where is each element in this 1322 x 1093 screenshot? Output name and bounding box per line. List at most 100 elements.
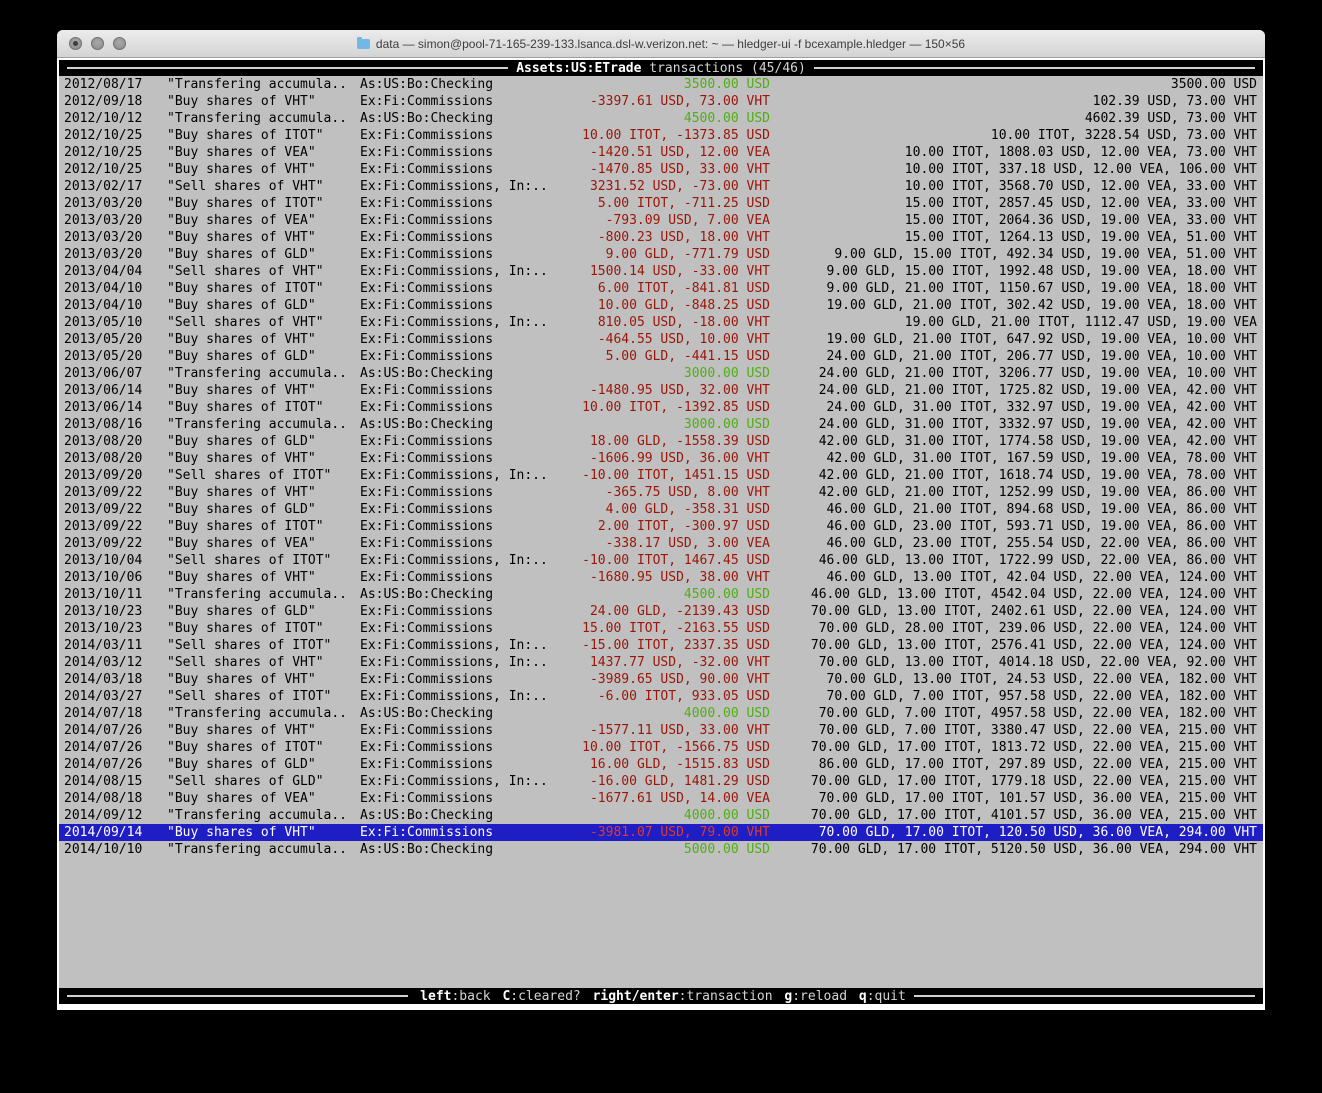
cell-description: "Transfering accumula.. [167,705,360,722]
transaction-row[interactable]: 2012/10/25"Buy shares of VHT"Ex:Fi:Commi… [59,161,1263,178]
transaction-row[interactable]: 2012/10/12"Transfering accumula..As:US:B… [59,110,1263,127]
cell-date: 2012/10/25 [64,127,145,144]
transaction-row[interactable]: 2013/09/22"Buy shares of GLD"Ex:Fi:Commi… [59,501,1263,518]
cell-other-accounts: Ex:Fi:Commissions, In:.. [360,178,552,195]
cell-balance-amount: 46.00 GLD, 21.00 ITOT, 894.68 USD, 19.00… [770,501,1257,518]
transaction-row[interactable]: 2012/10/25"Buy shares of ITOT"Ex:Fi:Comm… [59,127,1263,144]
transaction-row[interactable]: 2013/04/10"Buy shares of GLD"Ex:Fi:Commi… [59,297,1263,314]
transaction-row[interactable]: 2013/06/07"Transfering accumula..As:US:B… [59,365,1263,382]
transaction-row[interactable]: 2013/05/10"Sell shares of VHT"Ex:Fi:Comm… [59,314,1263,331]
transaction-row[interactable]: 2014/09/14"Buy shares of VHT"Ex:Fi:Commi… [59,824,1263,841]
transaction-row[interactable]: 2013/06/14"Buy shares of VHT"Ex:Fi:Commi… [59,382,1263,399]
cell-change-amount: -3981.07 USD, 79.00 VHT [552,824,770,841]
cell-change-amount: 10.00 ITOT, -1392.85 USD [552,399,770,416]
transaction-row[interactable]: 2014/07/18"Transfering accumula..As:US:B… [59,705,1263,722]
cell-other-accounts: Ex:Fi:Commissions, In:.. [360,263,552,280]
cell-balance-amount: 46.00 GLD, 13.00 ITOT, 4542.04 USD, 22.0… [770,586,1257,603]
transaction-row[interactable]: 2013/10/11"Transfering accumula..As:US:B… [59,586,1263,603]
transaction-row[interactable]: 2013/10/06"Buy shares of VHT"Ex:Fi:Commi… [59,569,1263,586]
cell-change-amount: 10.00 GLD, -848.25 USD [552,297,770,314]
transaction-row[interactable]: 2014/07/26"Buy shares of VHT"Ex:Fi:Commi… [59,722,1263,739]
transaction-row[interactable]: 2012/10/25"Buy shares of VEA"Ex:Fi:Commi… [59,144,1263,161]
transaction-row[interactable]: 2013/03/20"Buy shares of VHT"Ex:Fi:Commi… [59,229,1263,246]
cell-other-accounts: Ex:Fi:Commissions, In:.. [360,654,552,671]
cell-date: 2013/09/22 [64,484,145,501]
transaction-row[interactable]: 2013/10/23"Buy shares of GLD"Ex:Fi:Commi… [59,603,1263,620]
cell-date: 2014/07/26 [64,756,145,773]
cell-change-amount: 10.00 ITOT, -1373.85 USD [552,127,770,144]
screen-mode-label: transactions (45/46) [649,61,806,76]
transaction-row[interactable]: 2013/10/23"Buy shares of ITOT"Ex:Fi:Comm… [59,620,1263,637]
window-titlebar[interactable]: data — simon@pool-71-165-239-133.lsanca.… [57,30,1265,58]
transaction-row[interactable]: 2012/09/18"Buy shares of VHT"Ex:Fi:Commi… [59,93,1263,110]
transaction-row[interactable]: 2014/07/26"Buy shares of GLD"Ex:Fi:Commi… [59,756,1263,773]
transaction-row[interactable]: 2014/10/10"Transfering accumula..As:US:B… [59,841,1263,858]
transaction-row[interactable]: 2014/03/27"Sell shares of ITOT"Ex:Fi:Com… [59,688,1263,705]
transaction-row[interactable]: 2014/08/15"Sell shares of GLD"Ex:Fi:Comm… [59,773,1263,790]
transaction-row[interactable]: 2013/08/20"Buy shares of GLD"Ex:Fi:Commi… [59,433,1263,450]
transaction-row[interactable]: 2013/04/04"Sell shares of VHT"Ex:Fi:Comm… [59,263,1263,280]
transaction-row[interactable]: 2013/05/20"Buy shares of GLD"Ex:Fi:Commi… [59,348,1263,365]
transaction-row[interactable]: 2014/08/18"Buy shares of VEA"Ex:Fi:Commi… [59,790,1263,807]
transaction-row[interactable]: 2014/03/12"Sell shares of VHT"Ex:Fi:Comm… [59,654,1263,671]
cell-date: 2013/10/11 [64,586,145,603]
cell-description: "Sell shares of ITOT" [167,688,360,705]
transaction-row[interactable]: 2013/04/10"Buy shares of ITOT"Ex:Fi:Comm… [59,280,1263,297]
transaction-row[interactable]: 2013/02/17"Sell shares of VHT"Ex:Fi:Comm… [59,178,1263,195]
cell-date: 2014/08/15 [64,773,145,790]
transaction-row[interactable]: 2013/09/22"Buy shares of ITOT"Ex:Fi:Comm… [59,518,1263,535]
cell-change-amount: -1606.99 USD, 36.00 VHT [552,450,770,467]
cell-description: "Transfering accumula.. [167,807,360,824]
cell-change-amount: 9.00 GLD, -771.79 USD [552,246,770,263]
cell-date: 2013/04/10 [64,280,145,297]
cell-change-amount: -365.75 USD, 8.00 VHT [552,484,770,501]
cell-other-accounts: Ex:Fi:Commissions [360,399,552,416]
screen-heading: Assets:US:ETrade transactions (45/46) [516,60,806,77]
cell-other-accounts: Ex:Fi:Commissions, In:.. [360,637,552,654]
transaction-row[interactable]: 2013/09/20"Sell shares of ITOT"Ex:Fi:Com… [59,467,1263,484]
cell-description: "Buy shares of GLD" [167,246,360,263]
cell-balance-amount: 19.00 GLD, 21.00 ITOT, 647.92 USD, 19.00… [770,331,1257,348]
cell-balance-amount: 70.00 GLD, 7.00 ITOT, 957.58 USD, 22.00 … [770,688,1257,705]
top-bar-rule-left [67,67,508,69]
transaction-row[interactable]: 2014/03/18"Buy shares of VHT"Ex:Fi:Commi… [59,671,1263,688]
cell-description: "Buy shares of VHT" [167,569,360,586]
cell-balance-amount: 24.00 GLD, 21.00 ITOT, 206.77 USD, 19.00… [770,348,1257,365]
cell-date: 2013/09/22 [64,501,145,518]
transaction-row[interactable]: 2014/09/12"Transfering accumula..As:US:B… [59,807,1263,824]
cell-other-accounts: Ex:Fi:Commissions [360,603,552,620]
cell-date: 2013/04/10 [64,297,145,314]
cell-date: 2014/03/18 [64,671,145,688]
cell-date: 2013/05/20 [64,331,145,348]
cell-change-amount: 6.00 ITOT, -841.81 USD [552,280,770,297]
transaction-row[interactable]: 2013/05/20"Buy shares of VHT"Ex:Fi:Commi… [59,331,1263,348]
cell-change-amount: -1677.61 USD, 14.00 VEA [552,790,770,807]
cell-other-accounts: As:US:Bo:Checking [360,586,552,603]
cell-balance-amount: 70.00 GLD, 13.00 ITOT, 24.53 USD, 22.00 … [770,671,1257,688]
cell-change-amount: -793.09 USD, 7.00 VEA [552,212,770,229]
cell-other-accounts: Ex:Fi:Commissions [360,127,552,144]
transaction-row[interactable]: 2013/08/16"Transfering accumula..As:US:B… [59,416,1263,433]
cell-description: "Buy shares of VEA" [167,535,360,552]
transaction-row[interactable]: 2013/06/14"Buy shares of ITOT"Ex:Fi:Comm… [59,399,1263,416]
cell-description: "Transfering accumula.. [167,365,360,382]
transaction-row[interactable]: 2012/08/17"Transfering accumula..As:US:B… [59,76,1263,93]
cell-change-amount: 3000.00 USD [552,416,770,433]
cell-date: 2013/10/06 [64,569,145,586]
cell-description: "Buy shares of VEA" [167,790,360,807]
window-title-text: data — simon@pool-71-165-239-133.lsanca.… [376,37,965,51]
transaction-row[interactable]: 2013/08/20"Buy shares of VHT"Ex:Fi:Commi… [59,450,1263,467]
cell-date: 2013/03/20 [64,229,145,246]
cell-change-amount: 4.00 GLD, -358.31 USD [552,501,770,518]
transaction-row[interactable]: 2013/09/22"Buy shares of VHT"Ex:Fi:Commi… [59,484,1263,501]
transaction-row[interactable]: 2013/03/20"Buy shares of VEA"Ex:Fi:Commi… [59,212,1263,229]
transaction-row[interactable]: 2013/10/04"Sell shares of ITOT"Ex:Fi:Com… [59,552,1263,569]
transaction-row[interactable]: 2014/07/26"Buy shares of ITOT"Ex:Fi:Comm… [59,739,1263,756]
cell-other-accounts: Ex:Fi:Commissions [360,297,552,314]
transaction-row[interactable]: 2014/03/11"Sell shares of ITOT"Ex:Fi:Com… [59,637,1263,654]
transaction-row[interactable]: 2013/03/20"Buy shares of GLD"Ex:Fi:Commi… [59,246,1263,263]
transaction-row[interactable]: 2013/09/22"Buy shares of VEA"Ex:Fi:Commi… [59,535,1263,552]
cell-change-amount: 5000.00 USD [552,841,770,858]
transaction-row[interactable]: 2013/03/20"Buy shares of ITOT"Ex:Fi:Comm… [59,195,1263,212]
shortcut-quit: q:quit [859,989,906,1004]
